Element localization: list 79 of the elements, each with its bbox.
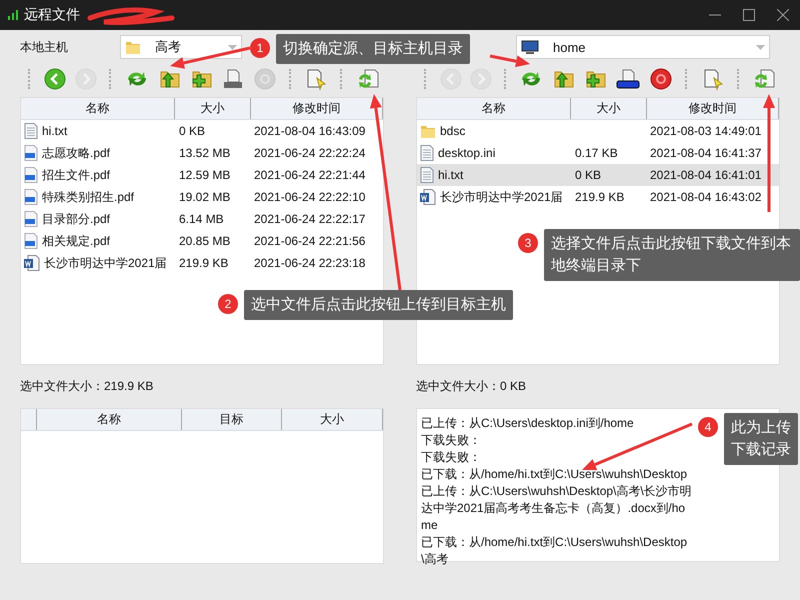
log-entry: 已下载：从/home/hi.txt到C:\Users\wuhsh\Desktop [421, 466, 688, 483]
signal-icon [8, 10, 18, 20]
word-file-icon [24, 255, 40, 271]
minimize-icon[interactable] [709, 14, 721, 16]
file-size: 20.85 MB [179, 234, 230, 248]
window-title: 远程文件 [24, 6, 80, 24]
file-size: 6.14 MB [179, 212, 224, 226]
pdf-file-icon [24, 189, 38, 205]
file-name[interactable]: 长沙市明达中学2021届 [440, 188, 563, 206]
selected-size-text: 选中文件大小：0 KB [416, 378, 528, 395]
column-header[interactable]: 大小 [282, 409, 383, 430]
dropdown-caret-icon [228, 44, 237, 50]
log-entry: 已下载：从/home/hi.txt到C:\Users\wuhsh\Desktop\高考 [421, 534, 688, 568]
file-size: 219.9 KB [179, 256, 228, 270]
log-entry: 下载失败： [421, 432, 482, 449]
modified-time: 2021-06-24 22:22:17 [254, 212, 366, 226]
annotation-callout: 选中文件后点击此按钮上传到目标主机 [244, 290, 513, 320]
file-name[interactable]: hi.txt [438, 168, 464, 182]
host-label: 本地主机 [20, 38, 69, 56]
column-header[interactable]: 大小 [571, 98, 647, 119]
text-file-icon [24, 123, 38, 139]
column-header[interactable]: 名称 [21, 98, 175, 119]
column-header[interactable]: 大小 [175, 98, 251, 119]
selected-file-row[interactable]: hi.txt 0 KB 2021-08-04 16:41:01 [417, 164, 779, 186]
annotation-callout: 切换确定源、目标主机目录 [276, 34, 470, 64]
column-header[interactable]: 名称 [37, 409, 182, 430]
text-file-icon [420, 167, 434, 183]
directory-dropdown[interactable]: 高考 [120, 35, 242, 59]
pdf-file-icon [24, 211, 38, 227]
annotation-callout: 此为上传下载记录 [724, 413, 798, 465]
folder-icon [125, 39, 141, 55]
file-name[interactable]: 长沙市明达中学2021届 [44, 254, 167, 272]
folder-icon [420, 123, 436, 139]
stop-icon[interactable] [649, 66, 673, 92]
modified-time: 2021-08-04 16:41:01 [650, 168, 762, 182]
file-size: 0 KB [179, 124, 206, 138]
directory-dropdown[interactable]: home [516, 35, 770, 59]
file-size: 0 KB [575, 168, 602, 182]
modified-time: 2021-06-24 22:22:24 [254, 146, 366, 160]
monitor-icon [521, 39, 539, 55]
file-name[interactable]: 特殊类别招生.pdf [42, 188, 134, 206]
column-header[interactable]: 名称 [417, 98, 571, 119]
column-header[interactable]: 目标 [182, 409, 282, 430]
file-size: 219.9 KB [575, 190, 624, 204]
log-entry: 已上传：从C:\Users\wuhsh\Desktop\高考\长沙市明达中学2021届高考考生备忘卡（高复）.docx到/home [421, 483, 693, 534]
log-entry: 已上传：从C:\Users\desktop.ini到/home [421, 415, 635, 432]
modified-time: 2021-06-24 22:21:56 [254, 234, 366, 248]
back-icon[interactable] [44, 66, 66, 92]
pdf-file-icon [24, 167, 38, 183]
annotation-callout: 选择文件后点击此按钮下载文件到本地终端目录下 [544, 229, 800, 281]
file-name[interactable]: 目录部分.pdf [42, 210, 110, 228]
pdf-file-icon [24, 233, 38, 249]
file-name[interactable]: bdsc [440, 124, 466, 138]
file-name[interactable]: hi.txt [42, 124, 68, 138]
word-file-icon [420, 189, 436, 205]
modified-time: 2021-08-04 16:43:09 [254, 124, 366, 138]
file-name[interactable]: desktop.ini [438, 146, 496, 160]
modified-time: 2021-08-04 16:43:02 [650, 190, 762, 204]
arrow [490, 54, 530, 68]
file-name[interactable]: 相关规定.pdf [42, 232, 110, 250]
close-icon[interactable] [777, 9, 789, 21]
pdf-file-icon [24, 145, 38, 161]
file-size: 0.17 KB [575, 146, 618, 160]
file-size: 13.52 MB [179, 146, 230, 160]
maximize-icon[interactable] [743, 9, 755, 21]
step-number-badge: 1 [250, 38, 270, 58]
log-entry: 下载失败： [421, 449, 482, 466]
modified-time: 2021-06-24 22:21:44 [254, 168, 366, 182]
file-name[interactable]: 招生文件.pdf [42, 166, 110, 184]
text-file-icon [420, 145, 434, 161]
file-name[interactable]: 志愿攻略.pdf [42, 144, 110, 162]
dropdown-caret-icon [756, 44, 765, 50]
modified-time: 2021-06-24 22:22:10 [254, 190, 366, 204]
modified-time: 2021-08-03 14:49:01 [650, 124, 762, 138]
selected-size-text: 选中文件大小：219.9 KB [20, 378, 154, 395]
file-size: 19.02 MB [179, 190, 230, 204]
file-size: 12.59 MB [179, 168, 230, 182]
modified-time: 2021-08-04 16:41:37 [650, 146, 762, 160]
modified-time: 2021-06-24 22:23:18 [254, 256, 366, 270]
